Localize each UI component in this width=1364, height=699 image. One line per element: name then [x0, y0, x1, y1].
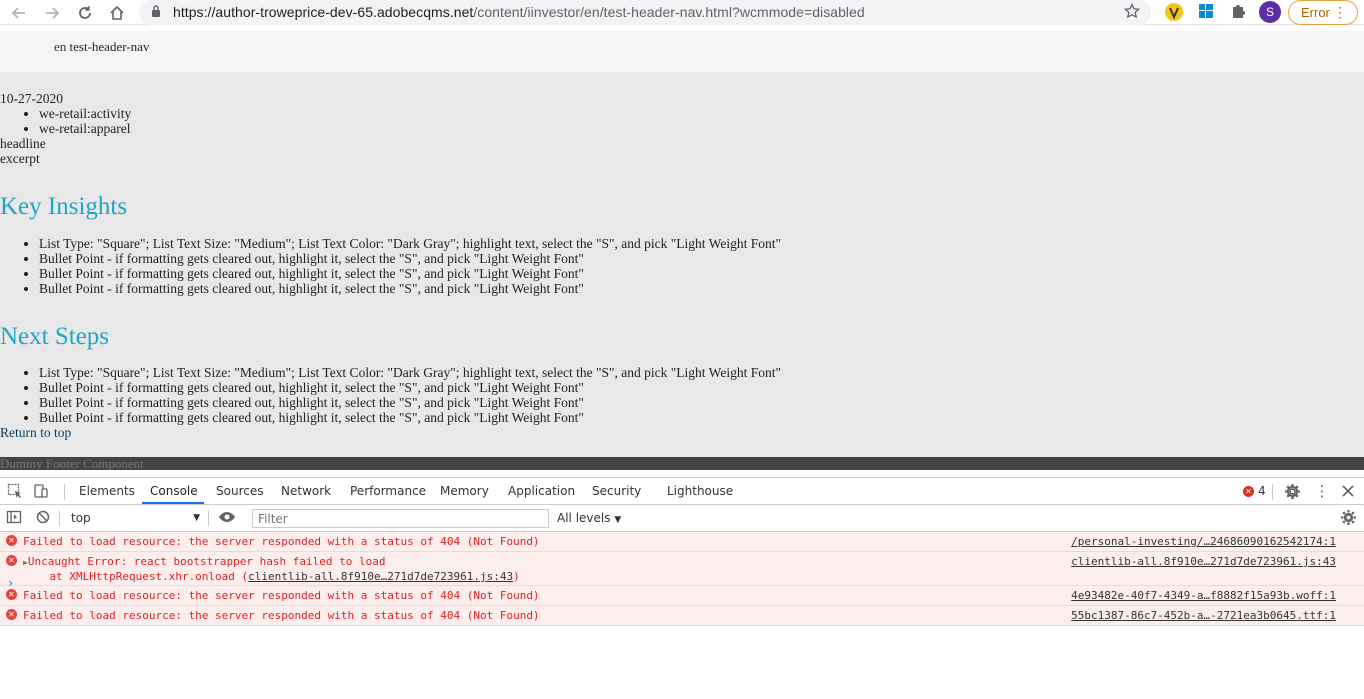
profile-error-button[interactable]: Error ⋮: [1288, 0, 1358, 25]
puzzle-icon[interactable]: [1229, 2, 1251, 24]
windows-extension-icon[interactable]: [1197, 2, 1219, 24]
source-link[interactable]: /personal-investing/…24686090162542174:1: [1071, 535, 1336, 548]
home-icon[interactable]: [106, 2, 128, 24]
tab-memory[interactable]: Memory: [440, 484, 489, 498]
tab-elements[interactable]: Elements: [79, 484, 135, 498]
console-settings-gear-icon[interactable]: [1340, 509, 1358, 527]
list-item: List Type: "Square"; List Text Size: "Me…: [39, 236, 1364, 251]
console-error-row: ✕ Failed to load resource: the server re…: [0, 606, 1364, 626]
back-arrow-icon[interactable]: [8, 2, 30, 24]
tag-list: we-retail:activity we-retail:apparel: [0, 106, 1364, 136]
list-item: Bullet Point - if formatting gets cleare…: [39, 410, 1364, 425]
list-item: Bullet Point - if formatting gets cleare…: [39, 380, 1364, 395]
console-prompt[interactable]: ›: [7, 576, 14, 590]
console-error-row: ✕ Failed to load resource: the server re…: [0, 532, 1364, 552]
list-item: Bullet Point - if formatting gets cleare…: [39, 266, 1364, 281]
header-lang[interactable]: en: [54, 39, 66, 54]
header-page-name: test-header-nav: [69, 39, 150, 54]
clear-icon[interactable]: [35, 509, 53, 527]
footer: Dummy Footer Component: [0, 457, 1364, 470]
article-content: 10-27-2020 we-retail:activity we-retail:…: [0, 91, 1364, 440]
browser-toolbar: https://author-troweprice-dev-65.adobecq…: [0, 0, 1364, 25]
article-date: 10-27-2020: [0, 91, 63, 106]
excerpt: excerpt: [0, 151, 40, 166]
tab-lighthouse[interactable]: Lighthouse: [667, 484, 733, 498]
close-icon[interactable]: [1340, 483, 1358, 501]
device-icon[interactable]: [33, 483, 51, 501]
sidebar-icon[interactable]: [6, 509, 24, 527]
forward-arrow-icon[interactable]: [41, 2, 63, 24]
console-error-row: ✕ Failed to load resource: the server re…: [0, 586, 1364, 606]
error-icon: ✕: [6, 589, 17, 600]
error-icon: ✕: [6, 555, 17, 566]
source-link[interactable]: 55bc1387-86c7-452b-a…-2721ea3b0645.ttf:1: [1071, 609, 1336, 622]
source-link[interactable]: clientlib-all.8f910e…271d7de723961.js:43: [1071, 555, 1336, 568]
return-to-top-link[interactable]: Return to top: [0, 425, 1364, 440]
console-error-row: ✕ ▶Uncaught Error: react bootstrapper ha…: [0, 552, 1364, 586]
key-insights-list: List Type: "Square"; List Text Size: "Me…: [0, 236, 1364, 296]
list-item: List Type: "Square"; List Text Size: "Me…: [39, 365, 1364, 380]
error-count-value: 4: [1258, 484, 1266, 498]
list-item: Bullet Point - if formatting gets cleare…: [39, 395, 1364, 410]
tab-network[interactable]: Network: [281, 484, 331, 498]
console-toolbar: top▼ All levels ▼: [0, 505, 1364, 532]
reload-icon[interactable]: [74, 2, 96, 24]
more-vert-icon: ⋮: [1333, 4, 1347, 20]
tab-security[interactable]: Security: [592, 484, 641, 498]
header-title: en test-header-nav: [54, 39, 149, 55]
gear-icon[interactable]: [1284, 483, 1302, 501]
devtools-tabbar: Elements Console Sources Network Perform…: [0, 478, 1364, 505]
url-text: https://author-troweprice-dev-65.adobecq…: [173, 4, 865, 20]
tag-item: we-retail:apparel: [39, 121, 1364, 136]
context-select[interactable]: top ▼: [66, 509, 206, 528]
stack-link[interactable]: clientlib-all.8f910e…271d7de723961.js:43: [248, 570, 513, 583]
active-tab-indicator: [142, 502, 204, 504]
error-icon: ✕: [6, 535, 17, 546]
source-link[interactable]: 4e93482e-40f7-4349-a…f8882f15a93b.woff:1: [1071, 589, 1336, 602]
console-messages: ✕ Failed to load resource: the server re…: [0, 532, 1364, 626]
list-item: Bullet Point - if formatting gets cleare…: [39, 281, 1364, 296]
key-insights-heading: Key Insights: [0, 193, 128, 220]
inspect-icon[interactable]: [7, 483, 25, 501]
more-vert-icon[interactable]: ⋮: [1313, 483, 1331, 501]
filter-input[interactable]: [252, 509, 549, 528]
list-item: Bullet Point - if formatting gets cleare…: [39, 251, 1364, 266]
next-steps-heading: Next Steps: [0, 323, 110, 350]
extension-icon[interactable]: [1164, 2, 1186, 24]
address-bar[interactable]: https://author-troweprice-dev-65.adobecq…: [139, 0, 1151, 25]
site-header: en test-header-nav: [0, 31, 1364, 72]
error-icon: ✕: [1243, 485, 1254, 497]
devtools-panel: Elements Console Sources Network Perform…: [0, 477, 1364, 699]
tag-item: we-retail:activity: [39, 106, 1364, 121]
log-levels-select[interactable]: All levels ▼: [557, 511, 621, 525]
error-icon: ✕: [6, 609, 17, 620]
tab-application[interactable]: Application: [508, 484, 575, 498]
page-viewport: en test-header-nav 10-27-2020 we-retail:…: [0, 31, 1364, 470]
next-steps-list: List Type: "Square"; List Text Size: "Me…: [0, 365, 1364, 425]
star-icon[interactable]: [1123, 2, 1141, 24]
tab-console[interactable]: Console: [150, 484, 198, 498]
eye-icon[interactable]: [218, 509, 236, 527]
profile-avatar[interactable]: S: [1259, 1, 1281, 23]
lock-icon[interactable]: [151, 5, 161, 23]
footer-text: Dummy Footer Component: [0, 457, 144, 470]
tab-performance[interactable]: Performance: [350, 484, 426, 498]
headline: headline: [0, 136, 46, 151]
error-counter[interactable]: ✕ 4: [1243, 484, 1266, 498]
tab-sources[interactable]: Sources: [216, 484, 263, 498]
